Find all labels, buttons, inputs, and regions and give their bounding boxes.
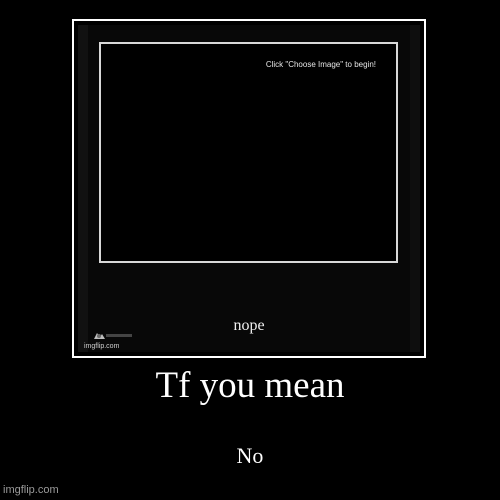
embedded-image-canvas: Click "Choose Image" to begin! (99, 42, 398, 263)
poster-image-frame: Click "Choose Image" to begin! nope imgf… (72, 19, 426, 358)
poster-subtitle: No (236, 443, 264, 468)
embedded-watermark-tagline (106, 334, 132, 337)
imgflip-watermark: imgflip.com (3, 484, 59, 496)
imgflip-logo-icon (94, 333, 105, 339)
embedded-hint-text: Click "Choose Image" to begin! (265, 60, 376, 69)
embedded-screenshot: Click "Choose Image" to begin! nope imgf… (78, 25, 420, 352)
embedded-watermark-text: imgflip.com (84, 343, 120, 350)
embedded-right-edge (410, 25, 420, 352)
embedded-watermark: imgflip.com (84, 330, 132, 352)
poster-title: Tf you mean (155, 365, 345, 406)
embedded-left-edge (78, 25, 88, 352)
